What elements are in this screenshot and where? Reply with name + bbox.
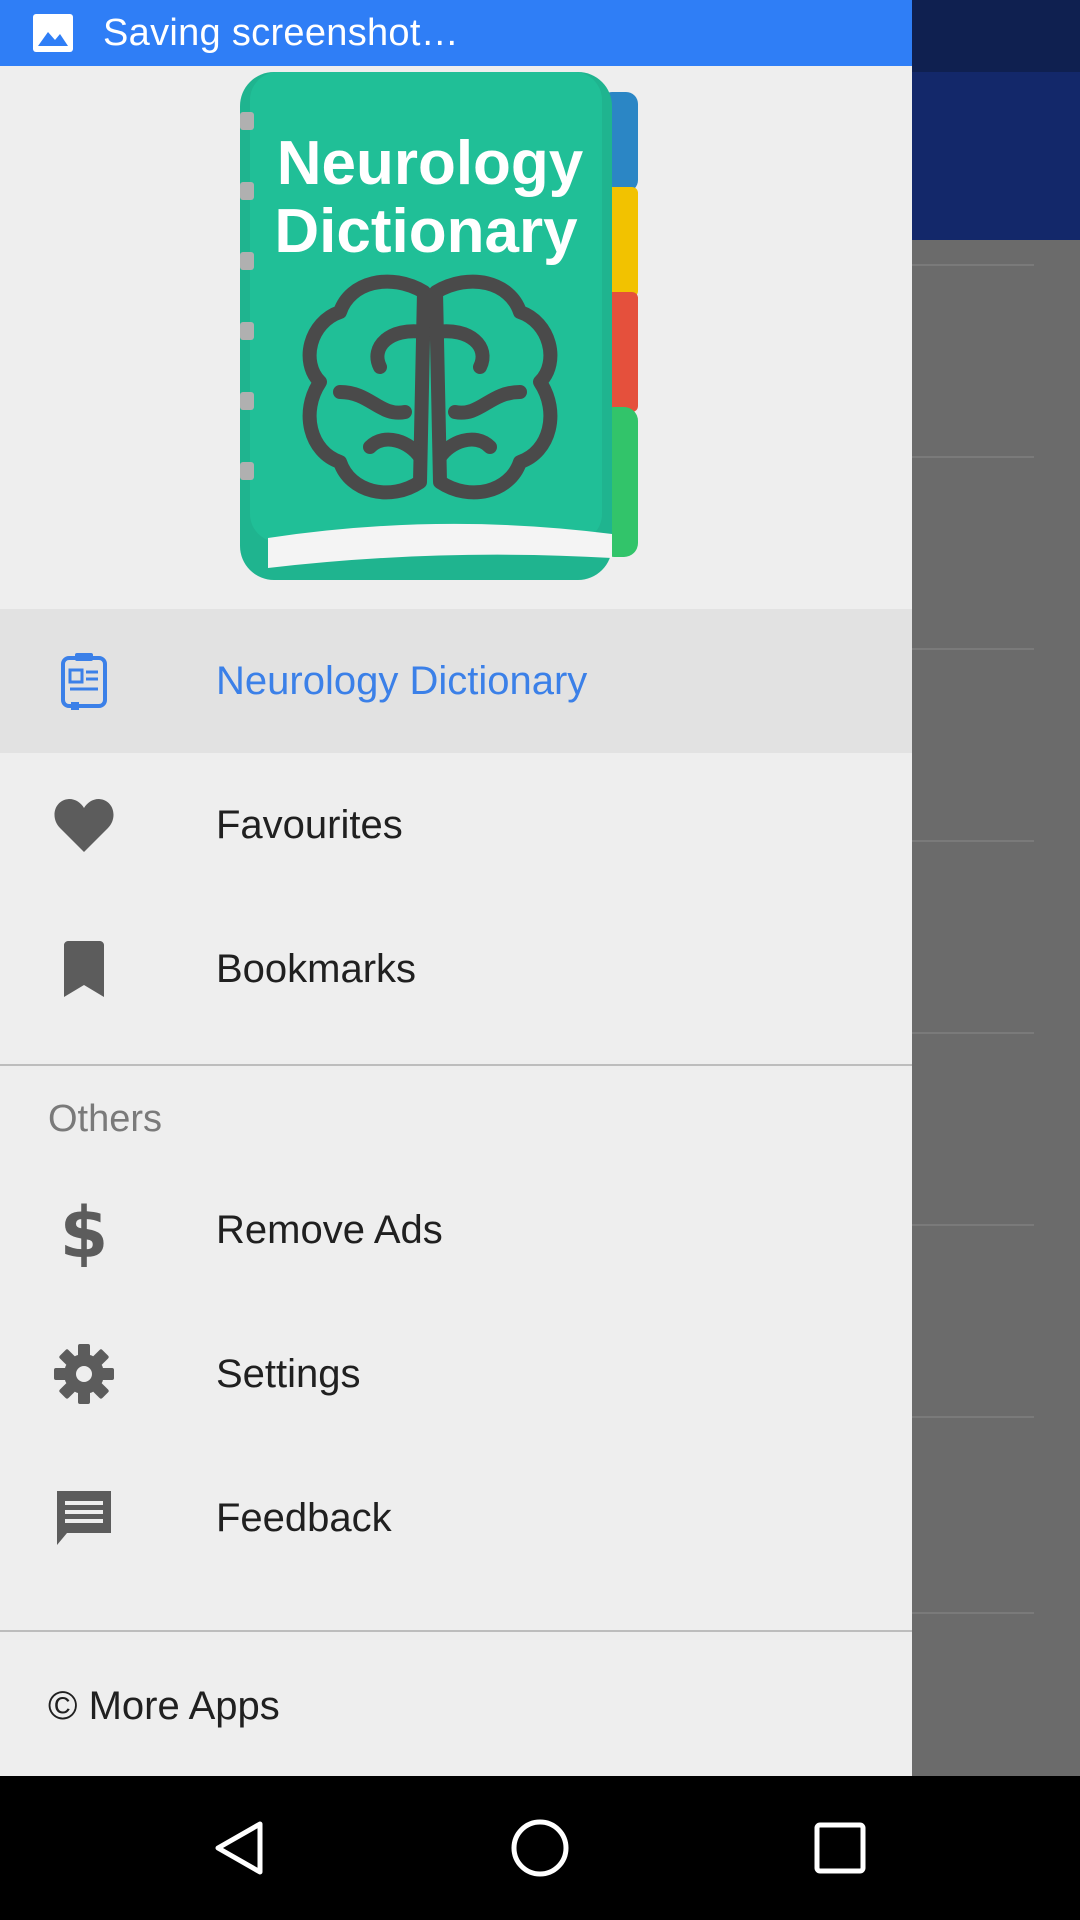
nav-item-remove-ads[interactable]: $ Remove Ads — [0, 1158, 912, 1302]
system-nav-bar — [0, 1776, 1080, 1920]
logo-title-line2: Dictionary — [274, 197, 578, 266]
nav-item-neurology-dictionary[interactable]: Neurology Dictionary — [0, 609, 912, 753]
more-apps-link[interactable]: © More Apps — [48, 1684, 280, 1729]
svg-text:$: $ — [62, 1193, 106, 1267]
dollar-icon: $ — [48, 1193, 120, 1267]
nav-item-label: Favourites — [216, 802, 403, 847]
others-section-title: Others — [48, 1098, 163, 1140]
drawer-header: Neurology Dictionary — [0, 66, 912, 609]
dictionary-icon — [48, 645, 120, 717]
nav-item-label: Neurology Dictionary — [216, 658, 588, 703]
home-icon — [511, 1819, 569, 1877]
heart-icon — [48, 789, 120, 861]
image-icon — [33, 14, 73, 52]
nav-recents-button[interactable] — [770, 1776, 910, 1920]
drawer-divider — [0, 1064, 912, 1066]
screenshot-notification: Saving screenshot… — [0, 0, 912, 66]
gear-icon — [48, 1338, 120, 1410]
nav-item-label: Feedback — [216, 1495, 392, 1540]
nav-item-label: Settings — [216, 1351, 361, 1396]
nav-item-settings[interactable]: Settings — [0, 1302, 912, 1446]
feedback-icon — [48, 1482, 120, 1554]
nav-item-bookmarks[interactable]: Bookmarks — [0, 897, 912, 1041]
bookmark-icon — [48, 933, 120, 1005]
navigation-drawer: Neurology Dictionary Neurology Dictionar… — [0, 66, 912, 1776]
nav-item-label: Bookmarks — [216, 946, 417, 991]
nav-item-feedback[interactable]: Feedback — [0, 1446, 912, 1590]
notification-text: Saving screenshot… — [103, 11, 460, 54]
drawer-divider — [0, 1630, 912, 1632]
logo-title-line1: Neurology — [277, 129, 584, 198]
nav-back-button[interactable] — [170, 1776, 310, 1920]
nav-item-label: Remove Ads — [216, 1207, 443, 1252]
app-logo: Neurology Dictionary — [240, 72, 638, 580]
back-icon — [215, 1821, 263, 1875]
nav-item-favourites[interactable]: Favourites — [0, 753, 912, 897]
nav-home-button[interactable] — [470, 1776, 610, 1920]
recents-icon — [814, 1822, 866, 1874]
